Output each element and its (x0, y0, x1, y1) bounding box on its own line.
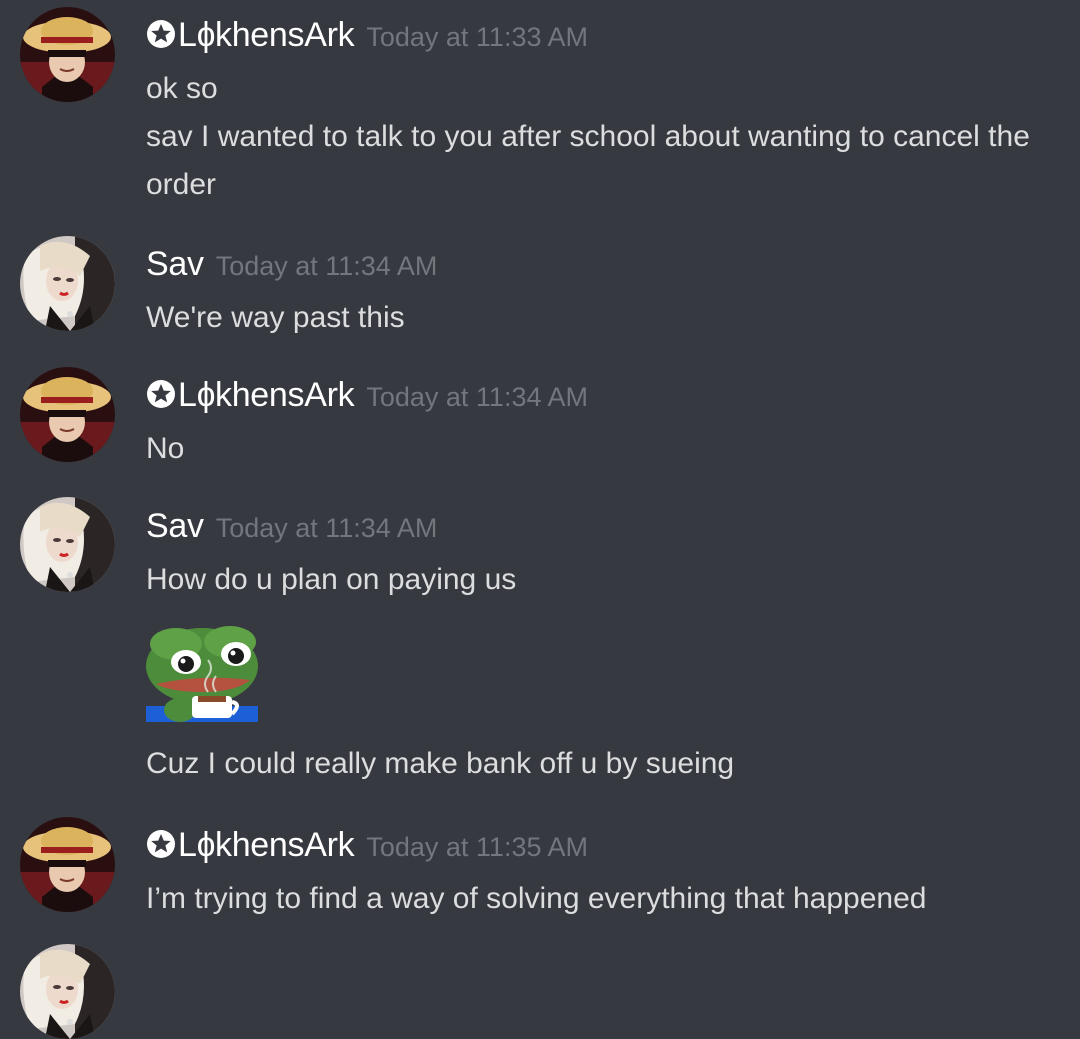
avatar[interactable] (20, 367, 115, 462)
username[interactable]: LɸkhensArk (178, 826, 355, 864)
username[interactable]: LɸkhensArk (178, 16, 355, 54)
star-circle-icon (147, 830, 175, 858)
avatar[interactable] (20, 817, 115, 912)
message-text: No (146, 432, 185, 465)
timestamp: Today at 11:34 AM (366, 382, 588, 412)
message-header: Sav Today at 11:34 AM (146, 507, 437, 546)
crying-pepe-coffee-emoji[interactable] (146, 626, 258, 722)
avatar[interactable] (20, 497, 115, 592)
timestamp: Today at 11:35 AM (366, 832, 588, 862)
message-header: LɸkhensArk Today at 11:33 AM (146, 16, 588, 55)
star-circle-icon (147, 20, 175, 48)
star-circle-icon (147, 380, 175, 408)
avatar[interactable] (20, 7, 115, 102)
message-text: sav I wanted to talk to you after school… (146, 120, 1030, 201)
message-header: LɸkhensArk Today at 11:35 AM (146, 826, 588, 865)
username[interactable]: Sav (146, 507, 204, 545)
avatar[interactable] (20, 236, 115, 331)
message-header: LɸkhensArk Today at 11:34 AM (146, 376, 588, 415)
username[interactable]: Sav (146, 245, 204, 283)
message-text: How do u plan on paying us (146, 563, 517, 596)
username[interactable]: LɸkhensArk (178, 376, 355, 414)
message-text: We're way past this (146, 301, 405, 334)
timestamp: Today at 11:34 AM (215, 513, 438, 543)
avatar[interactable] (20, 944, 115, 1039)
message-text: ok so (146, 72, 218, 105)
timestamp: Today at 11:33 AM (366, 22, 588, 52)
message-header: Sav Today at 11:34 AM (146, 245, 437, 284)
message-text: Cuz I could really make bank off u by su… (146, 747, 735, 780)
message-text: I’m trying to find a way of solving ever… (146, 882, 927, 915)
timestamp: Today at 11:34 AM (215, 251, 438, 281)
